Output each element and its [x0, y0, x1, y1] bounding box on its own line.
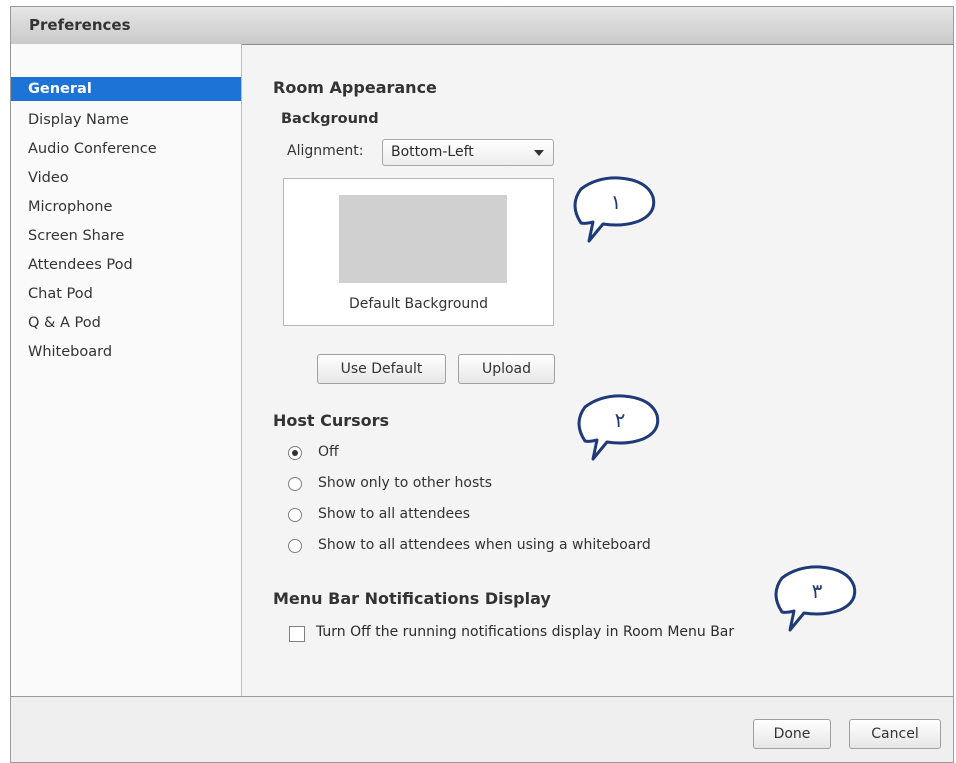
- use-default-button[interactable]: Use Default: [317, 354, 446, 384]
- annotation-number-2: ٢: [615, 408, 626, 432]
- host-cursors-heading: Host Cursors: [273, 411, 390, 430]
- background-caption: Default Background: [348, 296, 489, 312]
- upload-button[interactable]: Upload: [458, 354, 555, 384]
- cancel-button[interactable]: Cancel: [849, 719, 941, 749]
- radio-label: Show to all attendees: [318, 506, 470, 522]
- sidebar-item-video[interactable]: Video: [11, 164, 241, 193]
- radio-label: Off: [318, 444, 339, 460]
- notifications-checkbox[interactable]: [289, 626, 305, 642]
- room-appearance-heading: Room Appearance: [273, 78, 437, 97]
- annotation-number-3: ٣: [812, 579, 823, 603]
- sidebar-item-screen-share[interactable]: Screen Share: [11, 222, 241, 251]
- annotation-bubble-2: ٢: [577, 394, 660, 461]
- alignment-value: Bottom-Left: [391, 144, 474, 160]
- alignment-label: Alignment:: [287, 143, 364, 159]
- radio-label: Show to all attendees when using a white…: [318, 537, 651, 553]
- sidebar-item-general[interactable]: General: [11, 77, 241, 101]
- sidebar-item-qa-pod[interactable]: Q & A Pod: [11, 309, 241, 338]
- sidebar-item-attendees-pod[interactable]: Attendees Pod: [11, 251, 241, 280]
- sidebar-list: General Display Name Audio Conference Vi…: [11, 77, 241, 367]
- sidebar-item-display-name[interactable]: Display Name: [11, 106, 241, 135]
- radio-button[interactable]: [288, 539, 302, 553]
- annotation-bubble-3: ٣: [774, 565, 857, 632]
- alignment-select[interactable]: Bottom-Left: [382, 139, 554, 166]
- sidebar-item-whiteboard[interactable]: Whiteboard: [11, 338, 241, 367]
- dialog-footer: Done Cancel: [11, 696, 953, 762]
- preferences-dialog: Preferences General Display Name Audio C…: [10, 6, 954, 763]
- notifications-checkbox-label[interactable]: Turn Off the running notifications displ…: [316, 624, 734, 640]
- radio-label: Show only to other hosts: [318, 475, 493, 491]
- sidebar: General Display Name Audio Conference Vi…: [11, 44, 242, 696]
- sidebar-item-audio-conference[interactable]: Audio Conference: [11, 135, 241, 164]
- sidebar-item-microphone[interactable]: Microphone: [11, 193, 241, 222]
- annotation-number-1: ١: [611, 190, 622, 214]
- radio-button[interactable]: [288, 446, 302, 460]
- main-panel: Room Appearance Background Alignment: Bo…: [242, 44, 953, 696]
- sidebar-item-chat-pod[interactable]: Chat Pod: [11, 280, 241, 309]
- radio-button[interactable]: [288, 477, 302, 491]
- background-preview: Default Background: [283, 178, 554, 326]
- background-thumbnail: [339, 195, 507, 283]
- background-heading: Background: [281, 111, 379, 127]
- title-bar[interactable]: Preferences: [11, 7, 953, 45]
- dialog-title: Preferences: [29, 16, 131, 34]
- done-button[interactable]: Done: [753, 719, 831, 749]
- radio-selected-dot: [292, 450, 298, 456]
- radio-button[interactable]: [288, 508, 302, 522]
- chevron-down-icon: [534, 150, 544, 156]
- menu-bar-notifications-heading: Menu Bar Notifications Display: [273, 589, 551, 608]
- annotation-bubble-1: ١: [573, 176, 656, 243]
